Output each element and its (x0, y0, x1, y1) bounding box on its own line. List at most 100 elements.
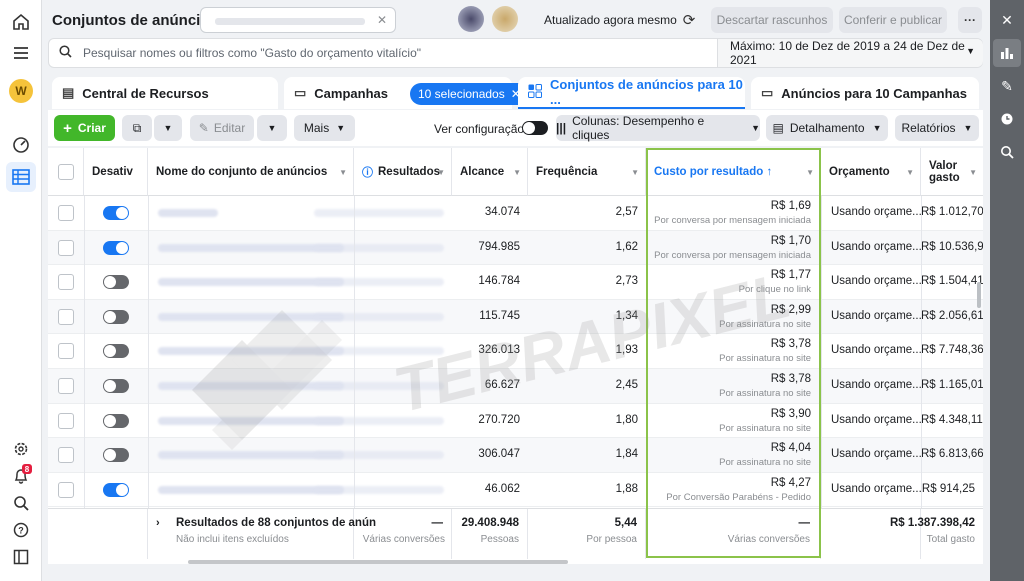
table-icon[interactable] (6, 162, 36, 192)
results-blurred (314, 278, 444, 287)
pencil-icon[interactable]: ✎ (993, 72, 1021, 100)
selection-pill[interactable]: 10 selecionados ✕ (410, 83, 529, 105)
adset-name-blurred[interactable] (158, 209, 218, 217)
info-icon[interactable]: ⓘ (362, 164, 373, 180)
tab-adsets[interactable]: Conjuntos de anúncios para 10 ... (518, 77, 745, 109)
reports-button[interactable]: Relatórios ▼ (895, 115, 979, 141)
close-icon[interactable]: ✕ (993, 6, 1021, 34)
edit-button[interactable]: ✎ Editar (190, 115, 254, 141)
vertical-scrollbar[interactable] (977, 282, 981, 308)
budget-cell[interactable]: Usando orçame... (821, 334, 921, 368)
help-icon[interactable]: ? (6, 515, 36, 545)
table-row[interactable]: 306.047 1,84 R$ 4,04 Por assinatura no site… (48, 438, 983, 473)
table-row[interactable]: 146.784 2,73 R$ 1,77 Por clique no link Usan… (48, 265, 983, 300)
profile-avatar[interactable] (458, 6, 484, 32)
cpr-subtitle: Por assinatura no site (719, 353, 811, 365)
col-header-reach[interactable]: Alcance ▼ (452, 148, 528, 196)
row-select-cell (48, 473, 84, 507)
account-avatar[interactable]: W (9, 79, 33, 103)
home-icon[interactable] (6, 7, 36, 37)
refresh-icon[interactable]: ⟳ (676, 7, 702, 33)
breakdown-button[interactable]: ▤ Detalhamento ▼ (766, 115, 888, 141)
row-checkbox[interactable] (58, 308, 74, 325)
chevron-right-icon[interactable]: › (156, 517, 160, 529)
campaign-selector[interactable]: ✕ (200, 7, 396, 33)
col-header-budget[interactable]: Orçamento ▼ (821, 148, 921, 196)
col-header-results[interactable]: ⓘ Resultados ▼ (354, 148, 452, 196)
clock-icon[interactable] (993, 105, 1021, 133)
table-row[interactable]: 66.627 2,45 R$ 3,78 Por assinatura no site U… (48, 369, 983, 404)
adset-status-toggle[interactable] (103, 448, 129, 463)
table-row[interactable]: 115.745 1,34 R$ 2,99 Por assinatura no site… (48, 299, 983, 335)
table-row[interactable]: 34.074 2,57 R$ 1,69 Por conversa por mensag… (48, 196, 983, 231)
adset-status-toggle[interactable] (103, 379, 129, 393)
spent-cell: R$ 4.348,11 (921, 413, 983, 426)
row-checkbox[interactable] (58, 205, 74, 221)
duplicate-dropdown[interactable]: ▼ (154, 115, 182, 141)
frequency-cell: 1,88 (615, 482, 638, 495)
settings-icon[interactable] (6, 434, 36, 464)
more-button[interactable]: Mais ▼ (294, 115, 355, 141)
adset-status-toggle[interactable] (103, 413, 129, 428)
menu-icon[interactable] (6, 38, 36, 68)
row-checkbox[interactable] (58, 378, 74, 394)
panel-toggle-icon[interactable] (6, 542, 36, 572)
col-header-spent[interactable]: Valor gasto ▼ (921, 148, 983, 196)
table-row[interactable]: 270.720 1,80 R$ 3,90 Por assinatura no site… (48, 404, 983, 439)
budget-cell[interactable]: Usando orçame... (821, 473, 921, 507)
adset-status-toggle[interactable] (103, 344, 129, 359)
row-checkbox[interactable] (58, 274, 74, 291)
discard-drafts-button[interactable]: Descartar rascunhos (711, 7, 833, 33)
duplicate-button[interactable]: ⧉ (122, 115, 152, 141)
close-icon[interactable]: ✕ (377, 13, 387, 27)
chart-icon[interactable] (993, 39, 1021, 67)
horizontal-scrollbar[interactable] (188, 560, 568, 564)
budget-cell[interactable]: Usando orçame... (821, 231, 921, 265)
edit-dropdown[interactable]: ▼ (257, 115, 287, 141)
columns-button[interactable]: ||| Colunas: Desempenho e cliques ▼ (556, 114, 760, 142)
create-button[interactable]: + Criar (54, 115, 115, 141)
chevron-down-icon: ▼ (966, 46, 975, 56)
table-row[interactable]: 46.062 1,88 R$ 4,27 Por Conversão Parabéns … (48, 473, 983, 508)
view-setup-toggle[interactable] (522, 121, 548, 138)
budget-cell[interactable]: Usando orçame... (821, 300, 921, 334)
dashboard-icon[interactable] (6, 129, 36, 159)
cost-per-result-cell: R$ 1,69 Por conversa por mensagem iniciad… (646, 196, 821, 230)
budget-cell[interactable]: Usando orçame... (821, 438, 921, 472)
col-header-toggle[interactable]: Desativ (84, 148, 148, 196)
table-row[interactable]: 794.985 1,62 R$ 1,70 Por conversa por mensa… (48, 230, 983, 266)
tab-ads[interactable]: ▭ Anúncios para 10 Campanhas (751, 77, 979, 109)
more-options-button[interactable]: ··· (958, 7, 982, 33)
column-divider (148, 196, 149, 558)
row-checkbox[interactable] (58, 239, 74, 256)
adset-status-toggle[interactable] (103, 206, 129, 220)
footer-cpr-sub: Várias conversões (727, 534, 810, 545)
row-checkbox[interactable] (58, 447, 74, 464)
review-publish-button[interactable]: Conferir e publicar (839, 7, 947, 33)
search-input[interactable] (83, 43, 703, 63)
search-nav-icon[interactable] (6, 488, 36, 518)
table-row[interactable]: 326.013 1,93 R$ 3,78 Por assinatura no site… (48, 334, 983, 369)
footer-summary[interactable]: › Resultados de 88 conjuntos de anún Não… (148, 509, 376, 559)
budget-cell[interactable]: Usando orçame... (821, 369, 921, 403)
col-header-cost-per-result[interactable]: Custo por resultado ↑ ▼ (646, 148, 821, 196)
date-range-picker[interactable]: Máximo: 10 de Dez de 2019 a 24 de Dez de… (717, 39, 983, 67)
adset-status-toggle[interactable] (103, 240, 129, 255)
row-checkbox[interactable] (58, 412, 74, 429)
row-checkbox[interactable] (58, 343, 74, 360)
budget-cell[interactable]: Usando orçame... (821, 196, 921, 230)
adset-status-toggle[interactable] (103, 275, 129, 290)
adset-status-toggle[interactable] (103, 309, 129, 324)
row-checkbox[interactable] (58, 481, 74, 498)
adset-status-toggle[interactable] (103, 482, 129, 497)
chevron-down-icon: ▼ (267, 123, 277, 133)
reach-cell: 66.627 (484, 379, 520, 391)
profile-avatar[interactable] (492, 6, 518, 32)
tab-resources[interactable]: ▤ Central de Recursos (52, 77, 278, 109)
col-header-name[interactable]: Nome do conjunto de anúncios ▼ (148, 148, 354, 196)
zoom-icon[interactable] (993, 138, 1021, 166)
select-all-checkbox[interactable] (57, 163, 74, 180)
col-header-frequency[interactable]: Frequência ▼ (528, 148, 646, 196)
budget-cell[interactable]: Usando orçame... (821, 404, 921, 438)
budget-cell[interactable]: Usando orçame... (821, 265, 921, 299)
